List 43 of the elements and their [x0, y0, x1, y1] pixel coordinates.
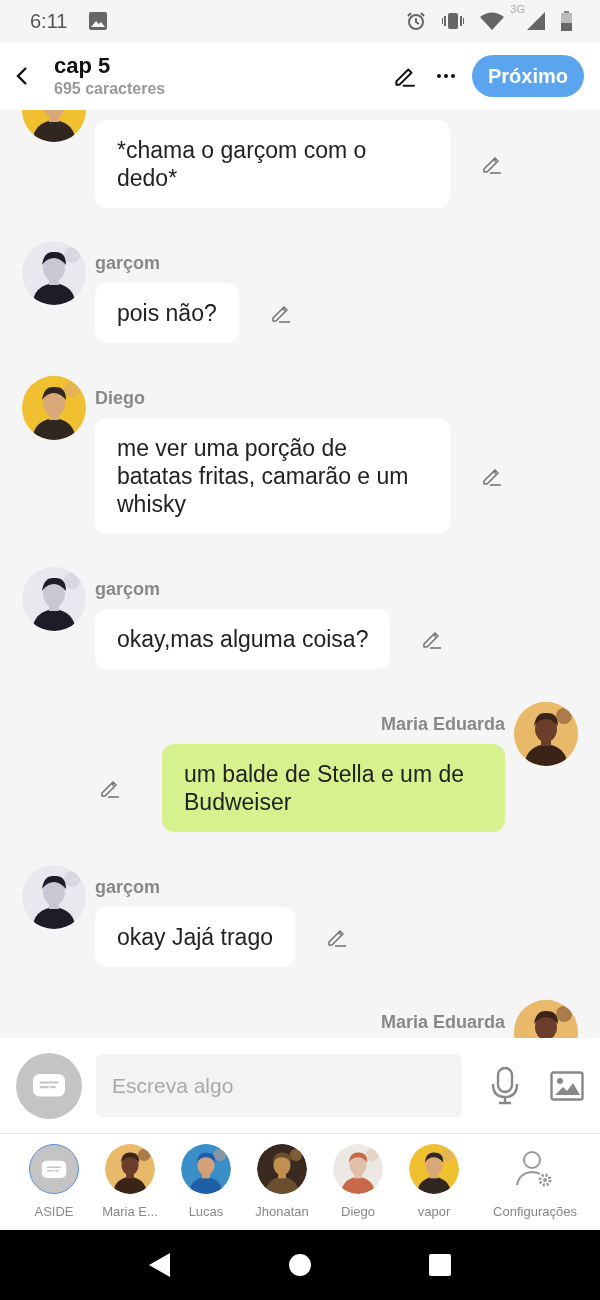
character-name: Diego	[341, 1204, 375, 1219]
speaker-name: garçom	[95, 253, 162, 273]
clock-time: 6:11	[30, 9, 68, 33]
speaker-name: garçom	[95, 877, 162, 897]
speaker-name: Maria Eduarda	[380, 1012, 505, 1032]
character-avatar[interactable]	[181, 1144, 231, 1194]
character-name: Maria E...	[102, 1204, 158, 1219]
message-bubble: okay,mas alguma coisa?	[95, 609, 391, 669]
message-input[interactable]: Escreva algo	[96, 1054, 462, 1117]
more-icon[interactable]	[435, 73, 456, 79]
back-icon[interactable]	[14, 66, 30, 86]
character-avatar[interactable]	[409, 1144, 459, 1194]
speaker-name: garçom	[95, 579, 162, 599]
character-name: Lucas	[188, 1204, 224, 1219]
message-bubble: pois não?	[95, 283, 239, 343]
character-name: Jhonatan	[255, 1204, 309, 1219]
battery-icon	[561, 11, 572, 31]
wifi-icon	[480, 12, 505, 30]
message-bubble: okay Jajá trago	[95, 907, 295, 967]
character-avatar[interactable]	[257, 1144, 307, 1194]
image-icon	[89, 12, 108, 30]
character-count: 695 caracteres	[54, 79, 167, 99]
message-bubble: me ver uma porção de batatas fritas, camarão e um whisky	[95, 418, 450, 534]
character-name: vapor	[417, 1204, 451, 1219]
character-avatar[interactable]	[105, 1144, 155, 1194]
message-bubble: um balde de Stella e um de Budweiser	[162, 744, 505, 832]
back-icon[interactable]	[149, 1253, 171, 1277]
signal-icon	[527, 12, 545, 30]
chat-bubble-icon	[32, 1073, 66, 1098]
alarm-icon	[406, 11, 427, 31]
character-name: ASIDE	[34, 1204, 74, 1219]
next-button[interactable]: Próximo	[471, 55, 584, 97]
message-bubble: *chama o garçom com o dedo*	[95, 120, 450, 208]
vibrate-icon	[442, 12, 465, 30]
network-type: 3G	[510, 3, 525, 15]
settings-label[interactable]: Configurações	[493, 1204, 577, 1219]
chapter-title: cap 5	[54, 53, 112, 79]
speaker-name: Diego	[95, 388, 146, 408]
home-icon[interactable]	[289, 1254, 311, 1276]
chat-bubble-icon	[41, 1159, 67, 1179]
speaker-name: Maria Eduarda	[380, 714, 505, 734]
microphone-icon[interactable]	[490, 1066, 520, 1105]
image-icon[interactable]	[550, 1070, 584, 1101]
